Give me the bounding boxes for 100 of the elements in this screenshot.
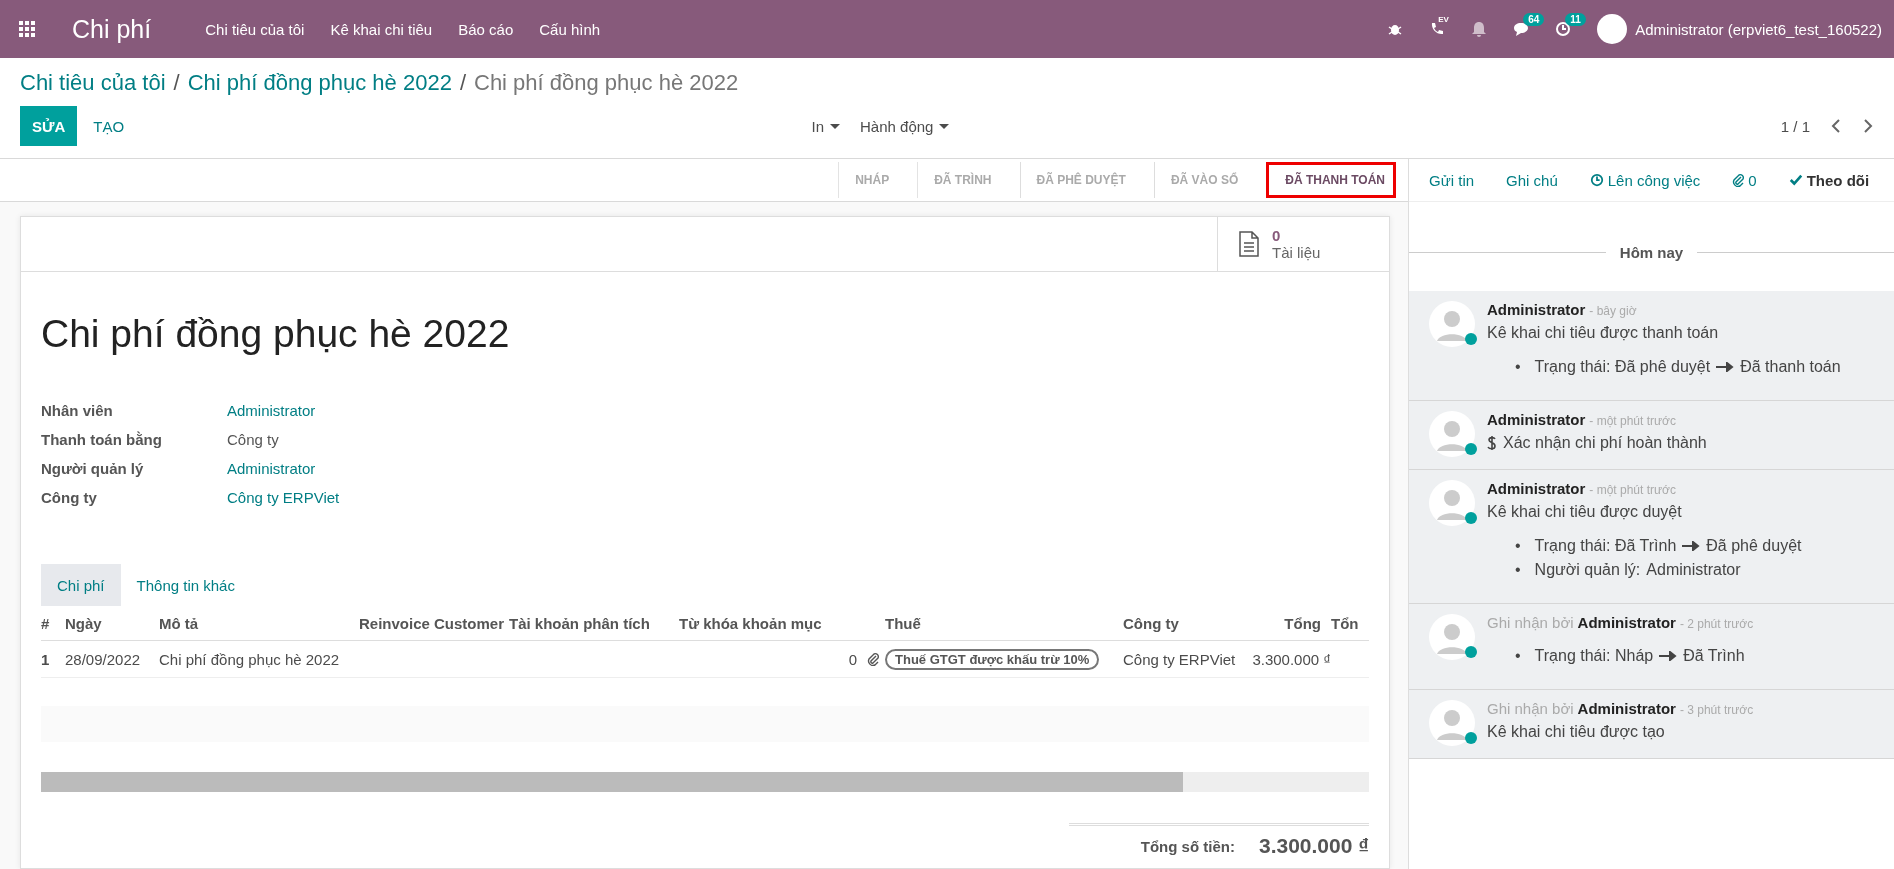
breadcrumb-item[interactable]: Chi phí đồng phục hè 2022 <box>187 70 452 96</box>
bell-icon[interactable] <box>1471 21 1488 37</box>
message-time: - 2 phút trước <box>1679 617 1754 631</box>
count-badge: 11 <box>1565 13 1586 26</box>
field-link[interactable]: Administrator <box>227 402 340 419</box>
paperclip-icon <box>867 652 879 666</box>
document-icon <box>1238 231 1260 257</box>
chatter-button[interactable]: Ghi chú <box>1506 171 1558 189</box>
create-button[interactable]: TẠO <box>77 117 141 135</box>
paperclip-icon <box>1732 173 1745 187</box>
column-header[interactable]: Từ khóa khoản mục <box>679 614 827 632</box>
clock-icon <box>1589 173 1604 187</box>
menu-item[interactable]: Kê khai chi tiêu <box>330 20 433 38</box>
online-status-dot <box>1465 512 1477 524</box>
column-header[interactable]: Công ty <box>1123 614 1239 632</box>
menu-item[interactable]: Chi tiêu của tôi <box>205 20 305 38</box>
menu-item[interactable]: Báo cáo <box>458 20 514 38</box>
caret-icon <box>830 123 840 129</box>
table-cell-text: 1 <box>41 650 51 668</box>
tracking-text: Người quản lý: <box>1534 561 1641 579</box>
message-author[interactable]: Administrator <box>1577 614 1676 631</box>
column-header[interactable]: Reinvoice Customer <box>359 614 509 632</box>
column-header[interactable]: Thuế <box>885 614 1123 632</box>
bullet: • <box>1515 358 1521 376</box>
tab[interactable]: Chi phí <box>41 564 121 606</box>
menu-item[interactable]: Cấu hình <box>539 20 601 38</box>
tracking-text: Trạng thái: Đã Trình <box>1534 537 1677 555</box>
field-link[interactable]: Administrator <box>227 460 340 477</box>
chatter-button[interactable]: Gửi tin <box>1429 171 1475 189</box>
online-status-dot <box>1465 732 1477 744</box>
tracking-text: Đã Trình <box>1683 647 1745 665</box>
online-status-dot <box>1465 333 1477 345</box>
table-cell-text: 3.300.000 ₫ <box>1251 650 1331 668</box>
dropdown-button[interactable]: In <box>811 117 840 135</box>
tracking-text: Administrator <box>1646 561 1741 579</box>
chatter-button[interactable]: Theo dõi <box>1788 171 1870 189</box>
field-label: Thanh toán bằng <box>41 431 163 448</box>
phone-icon[interactable] <box>1429 21 1446 37</box>
date-separator: Hôm nay <box>1619 244 1684 261</box>
breadcrumb-item[interactable]: Chi phí đồng phục hè 2022 <box>474 70 739 96</box>
message-author[interactable]: Administrator <box>1577 700 1676 717</box>
pager-counter: 1 / 1 <box>1780 117 1810 135</box>
message-prefix: Ghi nhận bởi <box>1487 614 1574 631</box>
column-header[interactable]: Tổng <box>1239 614 1331 632</box>
message-body: Kê khai chi tiêu được thanh toán <box>1487 324 1719 342</box>
chat-icon[interactable] <box>1513 21 1530 37</box>
horizontal-scrollbar[interactable] <box>41 772 1369 792</box>
message-author[interactable]: Administrator <box>1487 411 1586 428</box>
status-stage[interactable]: ĐÃ THANH TOÁN <box>1266 162 1396 198</box>
total-label: Tổng số tiền: <box>1140 837 1235 855</box>
total-amount: 3.300.000 ₫ <box>1258 834 1369 858</box>
column-header[interactable]: Mô tả <box>159 614 359 632</box>
documents-button[interactable]: 0 Tài liệu <box>1217 217 1389 271</box>
dropdown-button[interactable]: Hành động <box>860 117 950 135</box>
tracking-text: Trạng thái: Nháp <box>1534 647 1654 665</box>
message-time: - một phút trước <box>1589 483 1676 497</box>
check-icon <box>1788 173 1803 187</box>
breadcrumb-item[interactable]: Chi tiêu của tôi <box>20 70 166 96</box>
chatter-button[interactable]: Lên công việc <box>1589 171 1701 189</box>
next-icon[interactable] <box>1862 118 1874 134</box>
record-title: Chi phí đồng phục hè 2022 <box>41 312 511 356</box>
message-body: Kê khai chi tiêu được tạo <box>1487 723 1665 741</box>
online-status-dot <box>1465 646 1477 658</box>
user-avatar[interactable] <box>1597 14 1628 44</box>
table-cell-text: Chi phí đồng phục hè 2022 <box>159 650 341 668</box>
message-author[interactable]: Administrator <box>1487 301 1586 318</box>
chatter-button[interactable]: 0 <box>1732 171 1757 189</box>
previous-icon[interactable] <box>1830 118 1842 134</box>
message-author[interactable]: Administrator <box>1487 480 1586 497</box>
table-cell: 0 <box>848 650 857 668</box>
breadcrumb-separator: / <box>459 70 466 96</box>
bullet: • <box>1515 561 1521 579</box>
avatar-silhouette <box>1429 411 1475 457</box>
edit-button[interactable]: SỬA <box>20 106 78 146</box>
apps-grid-icon[interactable] <box>18 20 36 38</box>
bullet: • <box>1515 647 1521 665</box>
column-header[interactable]: Tổn <box>1331 614 1367 632</box>
field-value: Công ty <box>227 431 280 448</box>
app-name[interactable]: Chi phí <box>72 14 152 44</box>
phone-tag: EV <box>1438 15 1449 24</box>
table-cell-text: 28/09/2022 <box>65 650 142 668</box>
caret-icon <box>939 123 950 129</box>
message-time: - bây giờ <box>1589 304 1637 318</box>
breadcrumb-separator: / <box>173 70 180 96</box>
field-label: Người quản lý <box>41 460 145 477</box>
user-name[interactable]: Administrator (erpviet6_test_160522) <box>1635 20 1882 38</box>
arrow-icon <box>1716 362 1735 372</box>
field-link[interactable]: Công ty ERPViet <box>227 489 340 506</box>
message-time: - 3 phút trước <box>1679 703 1754 717</box>
column-header[interactable]: Ngày <box>65 614 159 632</box>
avatar-silhouette <box>1429 301 1475 347</box>
message-body: Xác nhận chi phí hoàn thành <box>1503 434 1707 452</box>
arrow-icon <box>1682 541 1701 551</box>
message-body: Kê khai chi tiêu được duyệt <box>1487 503 1682 521</box>
column-header[interactable]: Tài khoản phân tích <box>509 614 679 632</box>
tracking-text: Đã phê duyệt <box>1706 537 1802 555</box>
field-label: Công ty <box>41 489 98 506</box>
clock-icon[interactable] <box>1555 21 1572 37</box>
column-header[interactable]: # <box>41 614 65 632</box>
avatar-silhouette <box>1429 700 1475 746</box>
